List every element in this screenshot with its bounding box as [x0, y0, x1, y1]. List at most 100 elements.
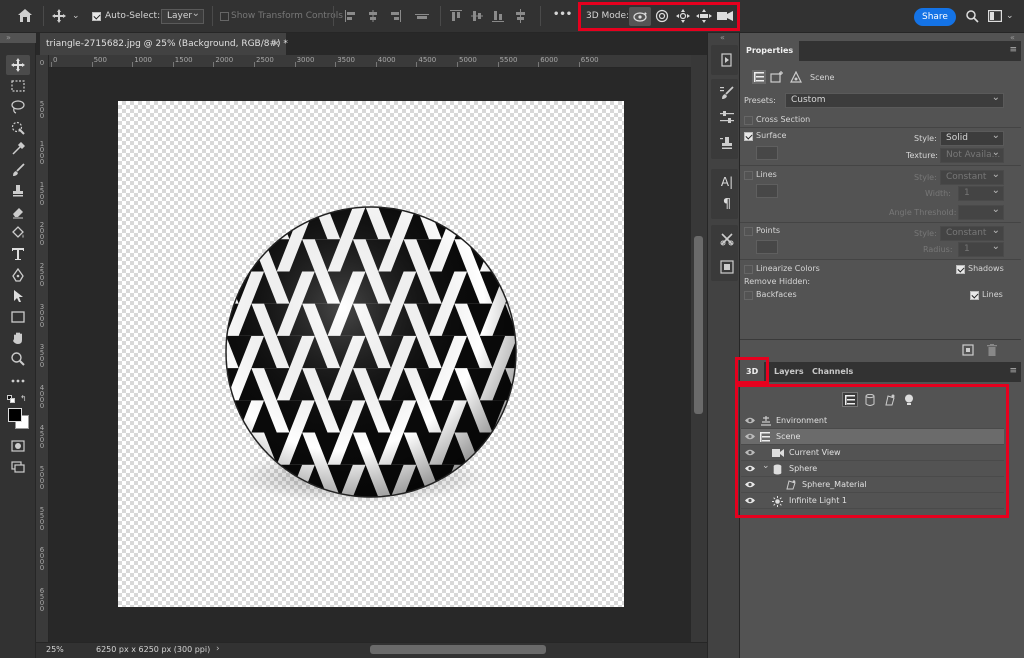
lines-checkbox[interactable] — [744, 171, 753, 180]
marquee-icon — [11, 80, 25, 92]
linearize-colors-checkbox[interactable] — [744, 265, 753, 274]
auto-select-dropdown[interactable]: Layer — [161, 9, 204, 24]
distribute-vertical-icon[interactable] — [515, 9, 527, 23]
marquee-tool[interactable] — [6, 76, 30, 96]
brush-settings-icon[interactable] — [719, 85, 735, 101]
document-tab-title: triangle-2715682.jpg @ 25% (Background, … — [46, 39, 288, 49]
render-settings-icon[interactable] — [770, 70, 784, 84]
scene-lights-icon[interactable] — [790, 71, 802, 83]
ellipsis-icon — [11, 379, 25, 383]
points-checkbox[interactable] — [744, 227, 753, 236]
edit-toolbar-button[interactable] — [6, 371, 30, 391]
chevron-down-icon[interactable]: ⌄ — [72, 11, 80, 21]
zoom-level[interactable]: 25% — [46, 645, 64, 654]
move-tool-icon[interactable] — [52, 9, 66, 23]
auto-select-checkbox[interactable] — [92, 12, 101, 21]
home-icon[interactable] — [17, 8, 33, 23]
path-select-tool[interactable] — [6, 286, 30, 306]
remove-lines-checkbox[interactable] — [970, 291, 979, 300]
distribute-horizontal-icon[interactable] — [415, 10, 429, 22]
show-transform-checkbox[interactable] — [220, 12, 229, 21]
more-options-button[interactable]: ••• — [553, 9, 572, 20]
backfaces-label: Backfaces — [756, 290, 797, 299]
paint-bucket-icon — [12, 226, 24, 238]
lines-style-dropdown[interactable]: Constant — [940, 170, 1004, 185]
quick-mask-button[interactable] — [6, 436, 30, 456]
ruler-label: 500 — [93, 56, 107, 64]
points-style-dropdown[interactable]: Constant — [940, 226, 1004, 241]
eraser-tool[interactable] — [6, 202, 30, 222]
brush-tool[interactable] — [6, 160, 30, 180]
status-menu-arrow[interactable]: › — [216, 644, 220, 654]
panel-menu-icon[interactable]: ≡ — [1009, 366, 1017, 376]
scene-icon[interactable] — [752, 70, 766, 84]
align-top-icon[interactable] — [450, 10, 462, 22]
search-icon[interactable] — [966, 10, 979, 23]
cross-section-checkbox[interactable] — [744, 116, 753, 125]
screen-mode-button[interactable] — [6, 457, 30, 477]
swap-colors-icon[interactable]: ↰ — [20, 394, 27, 403]
share-label: Share — [922, 12, 948, 22]
share-button[interactable]: Share — [914, 8, 956, 26]
default-colors-icon[interactable] — [7, 395, 15, 403]
paint-bucket-tool[interactable] — [6, 223, 30, 243]
points-label: Points — [756, 226, 781, 235]
document-tab[interactable]: triangle-2715682.jpg @ 25% (Background, … — [40, 33, 288, 55]
hand-tool[interactable] — [6, 328, 30, 348]
backfaces-checkbox[interactable] — [744, 291, 753, 300]
horizontal-scroll-thumb[interactable] — [370, 645, 546, 654]
align-left-icon[interactable] — [345, 10, 357, 22]
align-center-icon[interactable] — [367, 10, 379, 22]
tab-layers[interactable]: Layers — [768, 362, 810, 382]
ruler-label: 2 0 0 0 — [39, 221, 45, 248]
rectangle-tool[interactable] — [6, 307, 30, 327]
move-tool[interactable] — [6, 55, 30, 75]
surface-checkbox[interactable] — [744, 132, 753, 141]
presets-dropdown[interactable]: Custom — [785, 93, 1004, 108]
paragraph-icon[interactable]: ¶ — [719, 196, 735, 212]
sphere-triangle — [201, 207, 226, 239]
tab-channels[interactable]: Channels — [806, 362, 859, 382]
points-color-swatch[interactable] — [756, 240, 778, 254]
zoom-tool[interactable] — [6, 349, 30, 369]
render-icon[interactable] — [962, 344, 974, 356]
chevron-down-icon[interactable]: ⌄ — [1006, 11, 1014, 21]
character-icon[interactable]: A| — [719, 174, 735, 190]
surface-style-value: Solid — [946, 133, 968, 143]
eyedropper-tool[interactable] — [6, 139, 30, 159]
lasso-tool[interactable] — [6, 97, 30, 117]
vertical-scroll-thumb[interactable] — [694, 236, 703, 414]
width-input[interactable]: 1 — [958, 186, 1004, 201]
align-right-icon[interactable] — [389, 10, 401, 22]
history-icon[interactable] — [719, 52, 735, 68]
pen-tool[interactable] — [6, 265, 30, 285]
foreground-color-swatch[interactable] — [8, 408, 22, 422]
stamp-tool[interactable] — [6, 181, 30, 201]
quick-select-tool[interactable] — [6, 118, 30, 138]
surface-style-dropdown[interactable]: Solid — [940, 131, 1004, 146]
panel-menu-icon[interactable]: ≡ — [1009, 45, 1017, 55]
close-tab-button[interactable]: × — [272, 33, 280, 55]
texture-dropdown[interactable]: Not Availa... — [940, 148, 1004, 163]
trash-icon[interactable] — [987, 344, 997, 356]
tab-properties[interactable]: Properties — [740, 41, 800, 61]
clone-source-icon[interactable] — [719, 135, 735, 151]
3d-panel-icon[interactable] — [719, 259, 735, 275]
ruler-label: 6 5 0 0 — [39, 586, 45, 613]
auto-select-value: Layer — [167, 11, 193, 21]
align-bottom-icon[interactable] — [492, 10, 504, 22]
radius-input[interactable]: 1 — [958, 242, 1004, 257]
adjustments-icon[interactable] — [719, 109, 735, 125]
angle-threshold-input[interactable] — [958, 205, 1004, 220]
align-middle-icon[interactable] — [471, 10, 483, 22]
document-canvas[interactable] — [118, 101, 624, 607]
shadows-checkbox[interactable] — [956, 265, 965, 274]
workspace-icon[interactable] — [988, 10, 1002, 22]
surface-color-swatch[interactable] — [756, 146, 778, 160]
lines-color-swatch[interactable] — [756, 184, 778, 198]
collapse-right-icon[interactable]: « — [720, 33, 725, 42]
collapse-left-icon[interactable]: » — [6, 33, 11, 42]
tool-presets-icon[interactable] — [719, 231, 735, 247]
type-tool[interactable] — [6, 244, 30, 264]
surface-label: Surface — [756, 131, 787, 140]
